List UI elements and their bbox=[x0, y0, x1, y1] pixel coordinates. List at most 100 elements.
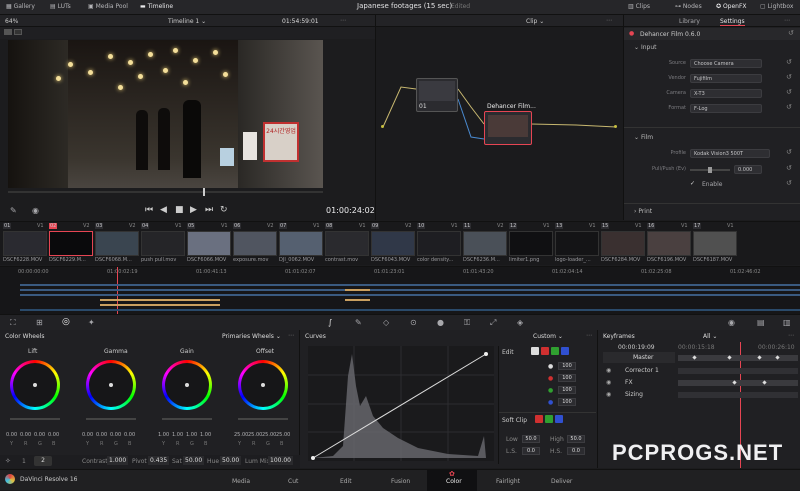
high-value[interactable]: 50.0 bbox=[567, 435, 585, 443]
channel-g[interactable] bbox=[551, 347, 559, 355]
waveform-icon[interactable]: ▥ bbox=[783, 318, 791, 327]
tab-settings[interactable]: Settings bbox=[720, 18, 745, 26]
wheel-puck[interactable] bbox=[33, 383, 37, 387]
hs-value[interactable]: 0.0 bbox=[567, 447, 585, 455]
mini-timeline[interactable]: 00:00:00:00 01:00:02:19 01:00:41:13 01:01:0… bbox=[0, 266, 800, 315]
profile-select[interactable]: Kodak Vision3 500T bbox=[690, 149, 770, 158]
tab-edit[interactable]: Edit bbox=[340, 478, 352, 485]
tab-fairlight[interactable]: Fairlight bbox=[496, 478, 520, 485]
hdr-icon[interactable]: ✦ bbox=[88, 318, 95, 327]
reset-icon[interactable]: ↺ bbox=[786, 103, 792, 111]
channel-g[interactable] bbox=[545, 415, 553, 423]
zoom-level[interactable]: 64% bbox=[5, 18, 18, 25]
wheel-value[interactable]: 0.00 bbox=[82, 432, 93, 438]
pullpush-input[interactable]: 0.000 bbox=[734, 165, 762, 174]
pullpush-slider[interactable] bbox=[690, 167, 730, 173]
wheel-value[interactable]: 0.00 bbox=[110, 432, 121, 438]
more-icon[interactable]: ⋯ bbox=[606, 17, 612, 24]
wheel-value[interactable]: 25.00 bbox=[276, 432, 290, 438]
wheel-value[interactable]: 0.00 bbox=[124, 432, 135, 438]
tab-cut[interactable]: Cut bbox=[288, 478, 298, 485]
scopes-icon[interactable]: ◉ bbox=[728, 318, 735, 327]
node-mode-selector[interactable]: Clip ⌄ bbox=[526, 18, 544, 25]
source-select[interactable]: Choose Camera bbox=[690, 59, 762, 68]
format-select[interactable]: F-Log bbox=[690, 104, 762, 113]
loop-icon[interactable]: ↻ bbox=[220, 205, 228, 215]
gallery-button[interactable]: ▦ Gallery bbox=[6, 3, 35, 10]
keyframe-filter[interactable]: All ⌄ bbox=[703, 333, 717, 340]
color-wheel[interactable] bbox=[162, 360, 212, 410]
clip-thumbnail[interactable] bbox=[509, 231, 553, 256]
ls-value[interactable]: 0.0 bbox=[522, 447, 540, 455]
sizing-icon[interactable]: ⤢ bbox=[490, 318, 496, 328]
curve-g-intensity[interactable]: 100 bbox=[558, 386, 576, 394]
channel-b[interactable] bbox=[561, 347, 569, 355]
node-dehancer[interactable]: Dehancer Film... bbox=[484, 103, 536, 145]
clip-thumbnail[interactable] bbox=[693, 231, 737, 256]
clip-thumbnail[interactable] bbox=[141, 231, 185, 256]
rewind-icon[interactable]: ⏮ bbox=[145, 205, 153, 215]
scrub-bar[interactable] bbox=[8, 188, 323, 196]
master-wheel-slider[interactable] bbox=[86, 418, 136, 420]
curve-y-intensity[interactable]: 100 bbox=[558, 362, 576, 370]
contrast-value[interactable]: 1.000 bbox=[107, 456, 129, 465]
window-icon[interactable]: ◇ bbox=[383, 318, 389, 327]
clip-thumbnail[interactable] bbox=[647, 231, 691, 256]
blur-icon[interactable]: ● bbox=[437, 318, 444, 327]
timeline-selector[interactable]: Timeline 1 ⌄ bbox=[168, 18, 206, 25]
tab-library[interactable]: Library bbox=[679, 18, 700, 25]
info-icon[interactable]: ▤ bbox=[757, 318, 765, 327]
reset-icon[interactable]: ↺ bbox=[786, 179, 792, 187]
keyframe-row-fx[interactable]: ◉ FX bbox=[603, 377, 675, 388]
wheel-value[interactable]: 0.00 bbox=[20, 432, 31, 438]
page-1[interactable]: 1 bbox=[22, 458, 26, 465]
clip-thumbnail[interactable] bbox=[3, 231, 47, 256]
lightbox-button[interactable]: ▢ Lightbox bbox=[760, 3, 793, 10]
tab-deliver[interactable]: Deliver bbox=[551, 478, 572, 485]
clip-thumbnail[interactable] bbox=[233, 231, 277, 256]
curve-b-intensity[interactable]: 100 bbox=[558, 398, 576, 406]
master-wheel-slider[interactable] bbox=[10, 418, 60, 420]
wheel-value[interactable]: 0.00 bbox=[6, 432, 17, 438]
key-icon[interactable]: ⚿ bbox=[464, 318, 470, 328]
slider-thumb[interactable] bbox=[708, 167, 712, 173]
wheel-value[interactable]: 25.00 bbox=[262, 432, 276, 438]
more-icon[interactable]: ⋯ bbox=[788, 332, 794, 339]
tracker-icon[interactable]: ⊙ bbox=[410, 318, 417, 327]
clip-thumbnail[interactable] bbox=[417, 231, 461, 256]
print-section-header[interactable]: › Print bbox=[634, 208, 652, 215]
eye-icon[interactable]: ◉ bbox=[32, 206, 39, 215]
master-wheel-slider[interactable] bbox=[162, 418, 212, 420]
input-section-header[interactable]: ⌄ Input bbox=[634, 44, 656, 51]
clips-button[interactable]: ▥ Clips bbox=[628, 3, 650, 10]
reset-icon[interactable]: ↺ bbox=[786, 88, 792, 96]
curves-icon[interactable]: ∫ bbox=[328, 318, 332, 327]
openfx-button[interactable]: ✪ OpenFX bbox=[716, 3, 747, 10]
keyframe-row-corrector[interactable]: ◉ Corrector 1 bbox=[603, 365, 675, 376]
channel-r[interactable] bbox=[535, 415, 543, 423]
wheel-value[interactable]: 1.00 bbox=[186, 432, 197, 438]
wheels-mode-selector[interactable]: Primaries Wheels ⌄ bbox=[222, 333, 281, 340]
play-icon[interactable]: ▶ bbox=[190, 205, 197, 215]
clip-thumbnail[interactable] bbox=[371, 231, 415, 256]
channel-r[interactable] bbox=[541, 347, 549, 355]
color-wheel[interactable] bbox=[238, 360, 288, 410]
color-wheels-icon[interactable]: ◎ bbox=[62, 317, 70, 327]
output-dot[interactable] bbox=[614, 125, 617, 128]
wheel-value[interactable]: 1.00 bbox=[200, 432, 211, 438]
low-value[interactable]: 50.0 bbox=[522, 435, 540, 443]
clip-thumbnail[interactable] bbox=[187, 231, 231, 256]
more-icon[interactable]: ⋯ bbox=[586, 332, 592, 339]
film-section-header[interactable]: ⌄ Film bbox=[634, 134, 653, 141]
luts-button[interactable]: ▤ LUTs bbox=[50, 3, 71, 10]
clip-thumbnail[interactable] bbox=[463, 231, 507, 256]
wheel-value[interactable]: 25.00 bbox=[248, 432, 262, 438]
qualifier-icon[interactable]: ✎ bbox=[355, 318, 362, 327]
clip-thumbnail[interactable] bbox=[279, 231, 323, 256]
wheel-puck[interactable] bbox=[109, 383, 113, 387]
timeline-playhead[interactable] bbox=[117, 267, 118, 315]
clip-thumbnail[interactable] bbox=[49, 231, 93, 256]
curves-mode-selector[interactable]: Custom ⌄ bbox=[533, 333, 563, 340]
clip-thumbnail[interactable] bbox=[95, 231, 139, 256]
reset-icon[interactable]: ↺ bbox=[788, 29, 794, 37]
